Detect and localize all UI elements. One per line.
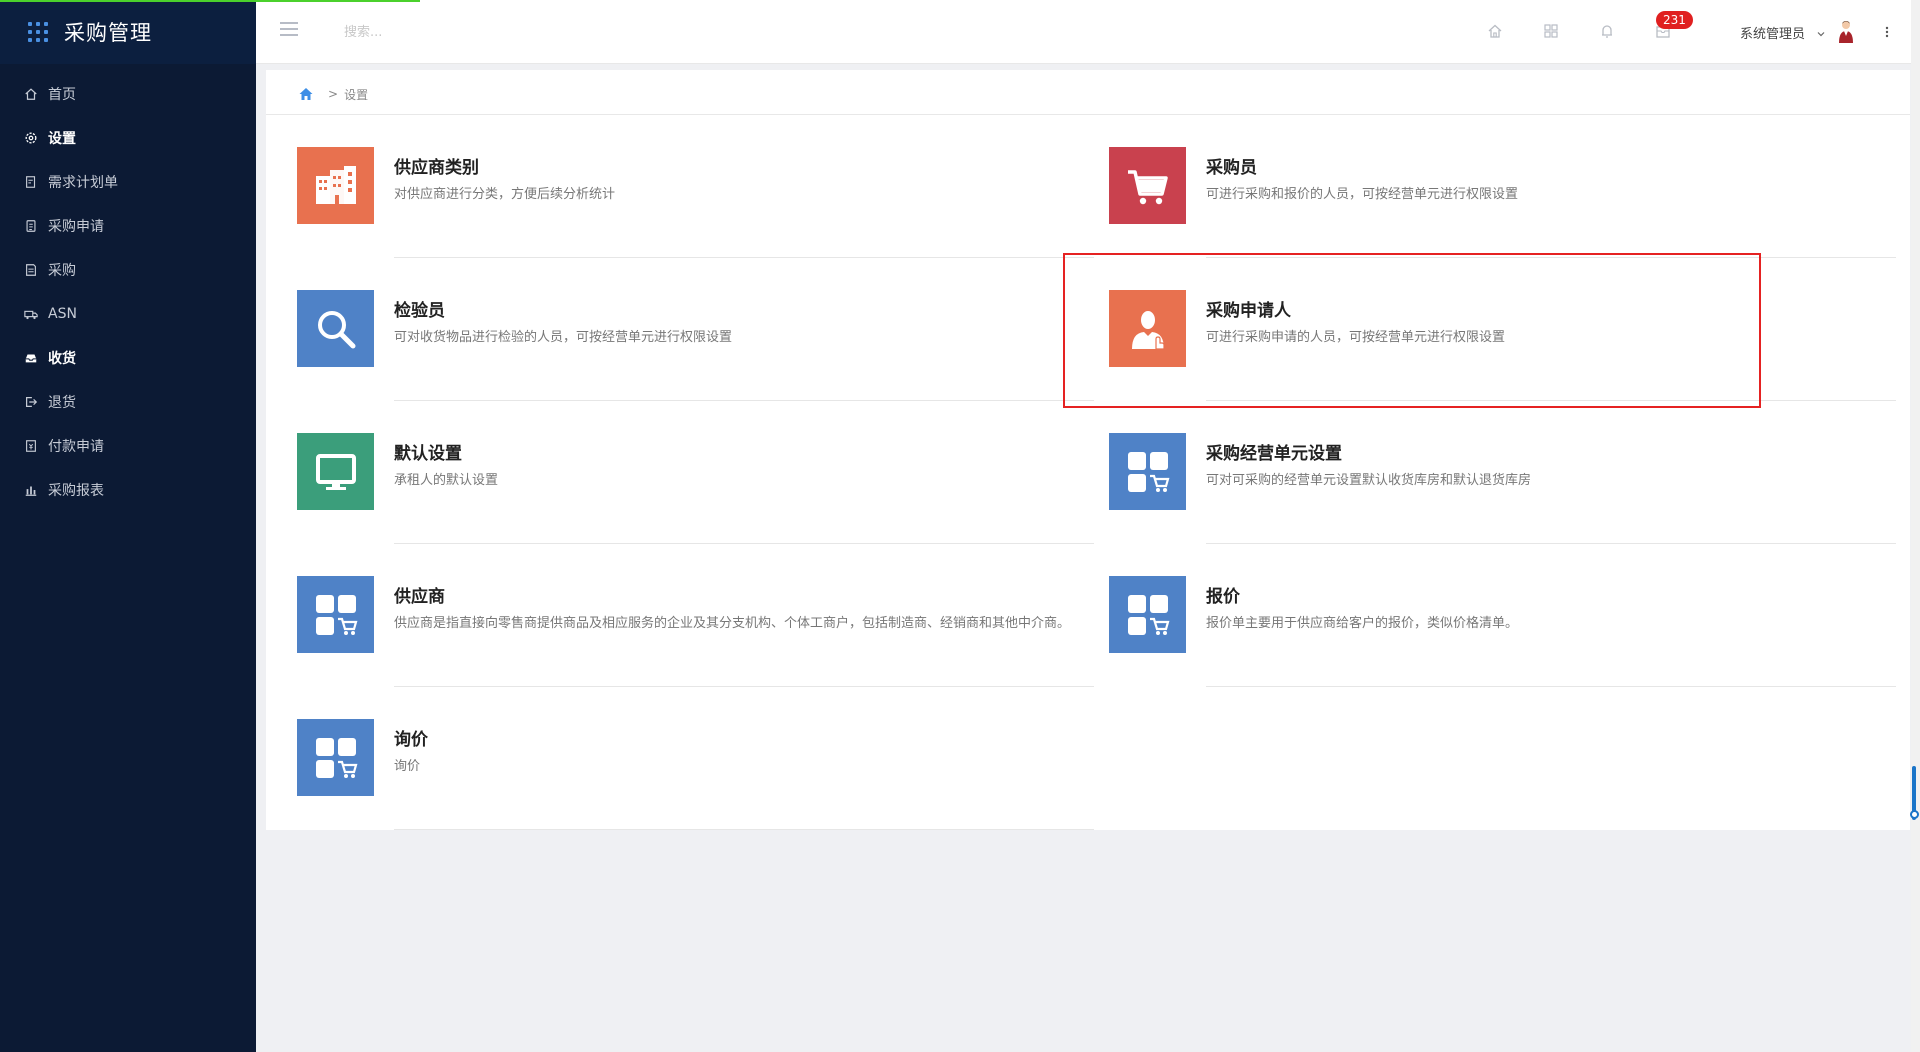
- card-title: 检验员: [394, 301, 445, 321]
- settings-card-inquiry[interactable]: 询价 询价: [266, 687, 1094, 830]
- return-icon: [24, 395, 38, 409]
- card-description: 对供应商进行分类，方便后续分析统计: [394, 187, 616, 202]
- card-title: 采购经营单元设置: [1206, 444, 1342, 464]
- card-description: 可对可采购的经营单元设置默认收货库房和默认退货库房: [1206, 473, 1532, 488]
- sidebar-menu: 首页 设置 需求计划单 采购申请 采购 ASN 收货 退货 付款申请 采购报表: [0, 64, 256, 512]
- grid-icon[interactable]: [1542, 22, 1560, 40]
- document-edit-icon: [24, 175, 38, 189]
- divider: [1206, 686, 1896, 687]
- sidebar-item-label: 采购: [48, 263, 76, 279]
- settings-card-inspector[interactable]: 检验员 可对收货物品进行检验的人员，可按经营单元进行权限设置: [266, 258, 1094, 401]
- top-header: 231 系统管理员: [256, 0, 1920, 64]
- card-title: 供应商: [394, 587, 445, 607]
- breadcrumb-current: 设置: [344, 87, 369, 102]
- avatar[interactable]: [1834, 18, 1858, 44]
- sidebar-item-label: 需求计划单: [48, 175, 118, 191]
- scrollbar[interactable]: [1911, 0, 1920, 1052]
- list-document-icon: [24, 263, 38, 277]
- sidebar-item-settings[interactable]: 设置: [0, 116, 256, 160]
- sidebar-item-receiving[interactable]: 收货: [0, 336, 256, 380]
- settings-card-buyer[interactable]: 采购员 可进行采购和报价的人员，可按经营单元进行权限设置: [1078, 115, 1896, 258]
- clipboard-icon: [24, 219, 38, 233]
- card-title: 采购员: [1206, 158, 1257, 178]
- building-icon: [297, 147, 374, 224]
- settings-card-supplier[interactable]: 供应商 供应商是指直接向零售商提供商品及相应服务的企业及其分支机构、个体工商户，…: [266, 544, 1094, 687]
- chevron-down-icon[interactable]: [1816, 24, 1826, 37]
- menu-toggle-icon[interactable]: [280, 22, 298, 38]
- notification-badge: 231: [1656, 11, 1693, 29]
- sidebar-item-label: 首页: [48, 87, 76, 103]
- inbox-icon: [24, 351, 38, 365]
- sidebar-item-purchase[interactable]: 采购: [0, 248, 256, 292]
- apps-grid-icon: [28, 22, 48, 42]
- truck-icon: [24, 307, 38, 321]
- sidebar-item-home[interactable]: 首页: [0, 72, 256, 116]
- sidebar-item-purchase-report[interactable]: 采购报表: [0, 468, 256, 512]
- home-icon: [24, 87, 38, 101]
- sidebar-item-asn[interactable]: ASN: [0, 292, 256, 336]
- sidebar-item-demand-plan[interactable]: 需求计划单: [0, 160, 256, 204]
- brand[interactable]: 采购管理: [0, 0, 256, 64]
- settings-card-supplier-category[interactable]: 供应商类别 对供应商进行分类，方便后续分析统计: [266, 115, 1094, 258]
- card-title: 询价: [394, 730, 428, 750]
- person-icon: [1109, 290, 1186, 367]
- card-title: 供应商类别: [394, 158, 479, 178]
- sidebar-item-label: 设置: [48, 131, 76, 147]
- card-description: 可进行采购和报价的人员，可按经营单元进行权限设置: [1206, 187, 1519, 202]
- sidebar-item-label: ASN: [48, 306, 77, 322]
- card-description: 可对收货物品进行检验的人员，可按经营单元进行权限设置: [394, 330, 733, 345]
- home-icon[interactable]: [1486, 22, 1504, 40]
- loading-progress-bar: [0, 0, 420, 2]
- user-name[interactable]: 系统管理员: [1740, 23, 1805, 42]
- payment-icon: [24, 439, 38, 453]
- sidebar-item-payment-request[interactable]: 付款申请: [0, 424, 256, 468]
- more-vertical-icon[interactable]: [1884, 22, 1890, 42]
- card-description: 报价单主要用于供应商给客户的报价，类似价格清单。: [1206, 616, 1519, 631]
- settings-card-quotation[interactable]: 报价 报价单主要用于供应商给客户的报价，类似价格清单。: [1078, 544, 1896, 687]
- sidebar-item-label: 采购申请: [48, 219, 104, 235]
- magnifier-icon: [297, 290, 374, 367]
- sidebar: 采购管理 首页 设置 需求计划单 采购申请 采购 ASN 收货 退货 付款申请 …: [0, 0, 256, 1052]
- scroll-handle[interactable]: [1910, 810, 1919, 819]
- card-title: 采购申请人: [1206, 301, 1291, 321]
- sidebar-item-return[interactable]: 退货: [0, 380, 256, 424]
- gear-icon: [24, 131, 38, 145]
- sidebar-item-label: 退货: [48, 395, 76, 411]
- home-icon[interactable]: [298, 86, 314, 102]
- sidebar-item-label: 采购报表: [48, 483, 104, 499]
- breadcrumb: > 设置: [298, 82, 368, 106]
- bar-chart-icon: [24, 483, 38, 497]
- sidebar-item-label: 收货: [48, 351, 76, 367]
- card-description: 可进行采购申请的人员，可按经营单元进行权限设置: [1206, 330, 1506, 345]
- cart-icon: [1109, 147, 1186, 224]
- sidebar-item-label: 付款申请: [48, 439, 104, 455]
- apps-cart-icon: [297, 576, 374, 653]
- settings-panel: > 设置 供应商类别 对供应商进行分类，方便后续分析统计 采购员 可进行采购和报…: [266, 70, 1910, 830]
- card-title: 默认设置: [394, 444, 462, 464]
- apps-cart-icon: [1109, 433, 1186, 510]
- settings-card-requester[interactable]: 采购申请人 可进行采购申请的人员，可按经营单元进行权限设置: [1078, 258, 1896, 401]
- settings-card-business-unit[interactable]: 采购经营单元设置 可对可采购的经营单元设置默认收货库房和默认退货库房: [1078, 401, 1896, 544]
- breadcrumb-separator: >: [328, 87, 339, 101]
- sidebar-item-purchase-request[interactable]: 采购申请: [0, 204, 256, 248]
- monitor-icon: [297, 433, 374, 510]
- search-input[interactable]: [344, 20, 644, 44]
- bell-icon[interactable]: [1598, 22, 1616, 40]
- card-description: 询价: [394, 759, 421, 774]
- apps-cart-icon: [297, 719, 374, 796]
- settings-card-default-settings[interactable]: 默认设置 承租人的默认设置: [266, 401, 1094, 544]
- card-title: 报价: [1206, 587, 1240, 607]
- apps-cart-icon: [1109, 576, 1186, 653]
- card-description: 供应商是指直接向零售商提供商品及相应服务的企业及其分支机构、个体工商户，包括制造…: [394, 616, 1071, 631]
- app-title: 采购管理: [64, 21, 152, 45]
- divider: [394, 829, 1094, 830]
- card-description: 承租人的默认设置: [394, 473, 499, 488]
